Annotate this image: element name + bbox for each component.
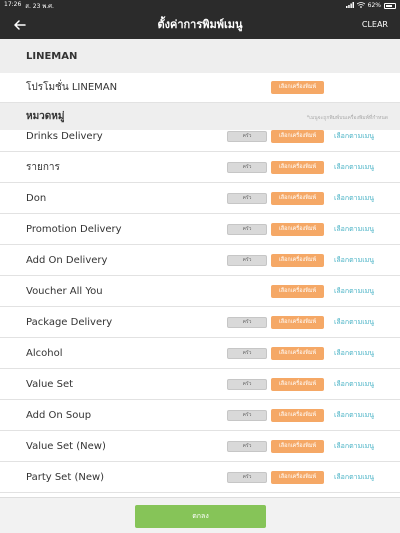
category-row: Voucher All You เลือกเครื่องพิมพ์ เลือกตาม… [0,276,400,307]
category-row: Alcohol ครัว เลือกเครื่องพิมพ์ เลือกตามเมนู [0,338,400,369]
category-row: รายการ ครัว เลือกเครื่องพิมพ์ เลือกตามเมนู [0,152,400,183]
select-printer-button[interactable]: เลือกเครื่องพิมพ์ [271,285,324,298]
select-by-menu-link[interactable]: เลือกตามเมนู [334,369,374,400]
category-row-label: Add On Soup [26,410,92,421]
assigned-printer-chip[interactable]: ครัว [227,193,267,204]
clear-button[interactable]: CLEAR [362,11,388,39]
category-row-label: Don [26,193,47,204]
category-row-label: Drinks Delivery [26,131,103,142]
select-by-menu-link[interactable]: เลือกตามเมนู [334,183,374,214]
select-printer-button[interactable]: เลือกเครื่องพิมพ์ [271,471,324,484]
category-note: *เมนูจะถูกพิมพ์บนเครื่องพิมพ์ที่กำหนด [306,115,388,121]
assigned-printer-chip[interactable]: ครัว [227,317,267,328]
select-by-menu-link[interactable]: เลือกตามเมนู [334,214,374,245]
category-title: หมวดหมู่ [26,111,65,122]
status-bar: 17:26 ส. 23 พ.ศ. 62% [0,0,400,11]
select-printer-button[interactable]: เลือกเครื่องพิมพ์ [271,347,324,360]
select-by-menu-link[interactable]: เลือกตามเมนู [334,400,374,431]
category-row: Promotion Delivery ครัว เลือกเครื่องพิมพ์ เ… [0,214,400,245]
select-by-menu-link[interactable]: เลือกตามเมนู [334,245,374,276]
section-lineman-header: LINEMAN [0,39,400,73]
category-row-label: Party Set (New) [26,472,105,483]
select-by-menu-link[interactable]: เลือกตามเมนู [334,130,374,152]
category-row-label: Alcohol [26,348,63,359]
category-row-label: Value Set (New) [26,441,106,452]
category-row: Package Delivery ครัว เลือกเครื่องพิมพ์ เลื… [0,307,400,338]
category-row: Drinks Delivery ครัว เลือกเครื่องพิมพ์ เลือ… [0,130,400,152]
assigned-printer-chip[interactable]: ครัว [227,131,267,142]
select-printer-button[interactable]: เลือกเครื่องพิมพ์ [271,223,324,236]
lineman-promo-label: โปรโมชั่น LINEMAN [26,82,118,93]
category-row-label: Promotion Delivery [26,224,122,235]
battery-percent: 62% [367,2,381,9]
category-row: Party Set (New) ครัว เลือกเครื่องพิมพ์ เลือ… [0,462,400,493]
category-list-content: Drinks Delivery ครัว เลือกเครื่องพิมพ์ เลือ… [0,130,400,493]
category-row-label: Value Set [26,379,74,390]
battery-icon [384,2,396,9]
select-printer-button[interactable]: เลือกเครื่องพิมพ์ [271,130,324,143]
category-row: Value Set ครัว เลือกเครื่องพิมพ์ เลือกตามเม… [0,369,400,400]
category-row: Don ครัว เลือกเครื่องพิมพ์ เลือกตามเมนู [0,183,400,214]
wifi-icon [356,1,365,10]
category-row-label: Package Delivery [26,317,113,328]
select-printer-button[interactable]: เลือกเครื่องพิมพ์ [271,409,324,422]
select-by-menu-link[interactable]: เลือกตามเมนู [334,431,374,462]
assigned-printer-chip[interactable]: ครัว [227,410,267,421]
category-row: Add On Soup ครัว เลือกเครื่องพิมพ์ เลือกตาม… [0,400,400,431]
select-by-menu-link[interactable]: เลือกตามเมนู [334,276,374,307]
select-by-menu-link[interactable]: เลือกตามเมนู [334,462,374,493]
signal-icon [345,1,354,10]
assigned-printer-chip[interactable]: ครัว [227,441,267,452]
select-printer-button[interactable]: เลือกเครื่องพิมพ์ [271,81,324,94]
lineman-promo-row: โปรโมชั่น LINEMAN เลือกเครื่องพิมพ์ [0,73,400,103]
footer-bar: ตกลง [0,497,400,533]
select-by-menu-link[interactable]: เลือกตามเมนู [334,307,374,338]
confirm-button[interactable]: ตกลง [135,505,266,528]
select-printer-button[interactable]: เลือกเครื่องพิมพ์ [271,440,324,453]
category-row-label: Add On Delivery [26,255,108,266]
select-printer-button[interactable]: เลือกเครื่องพิมพ์ [271,378,324,391]
category-row-label: รายการ [26,162,60,173]
assigned-printer-chip[interactable]: ครัว [227,348,267,359]
assigned-printer-chip[interactable]: ครัว [227,224,267,235]
category-list[interactable]: Drinks Delivery ครัว เลือกเครื่องพิมพ์ เลือ… [0,130,400,497]
select-by-menu-link[interactable]: เลือกตามเมนู [334,152,374,183]
category-row: Value Set (New) ครัว เลือกเครื่องพิมพ์ เลือ… [0,431,400,462]
status-time: 17:26 [4,0,22,8]
select-printer-button[interactable]: เลือกเครื่องพิมพ์ [271,316,324,329]
assigned-printer-chip[interactable]: ครัว [227,379,267,390]
category-row-label: Voucher All You [26,286,103,297]
select-printer-button[interactable]: เลือกเครื่องพิมพ์ [271,254,324,267]
section-category-header: หมวดหมู่ *เมนูจะถูกพิมพ์บนเครื่องพิมพ์ที… [0,103,400,130]
category-row: Add On Delivery ครัว เลือกเครื่องพิมพ์ เลือ… [0,245,400,276]
assigned-printer-chip[interactable]: ครัว [227,162,267,173]
page-title: ตั้งค่าการพิมพ์เมนู [157,18,243,31]
select-by-menu-link[interactable]: เลือกตามเมนู [334,338,374,369]
select-printer-button[interactable]: เลือกเครื่องพิมพ์ [271,161,324,174]
nav-bar: ตั้งค่าการพิมพ์เมนู CLEAR [0,11,400,39]
assigned-printer-chip[interactable]: ครัว [227,472,267,483]
assigned-printer-chip[interactable]: ครัว [227,255,267,266]
status-date: ส. 23 พ.ศ. [25,2,54,10]
select-printer-button[interactable]: เลือกเครื่องพิมพ์ [271,192,324,205]
